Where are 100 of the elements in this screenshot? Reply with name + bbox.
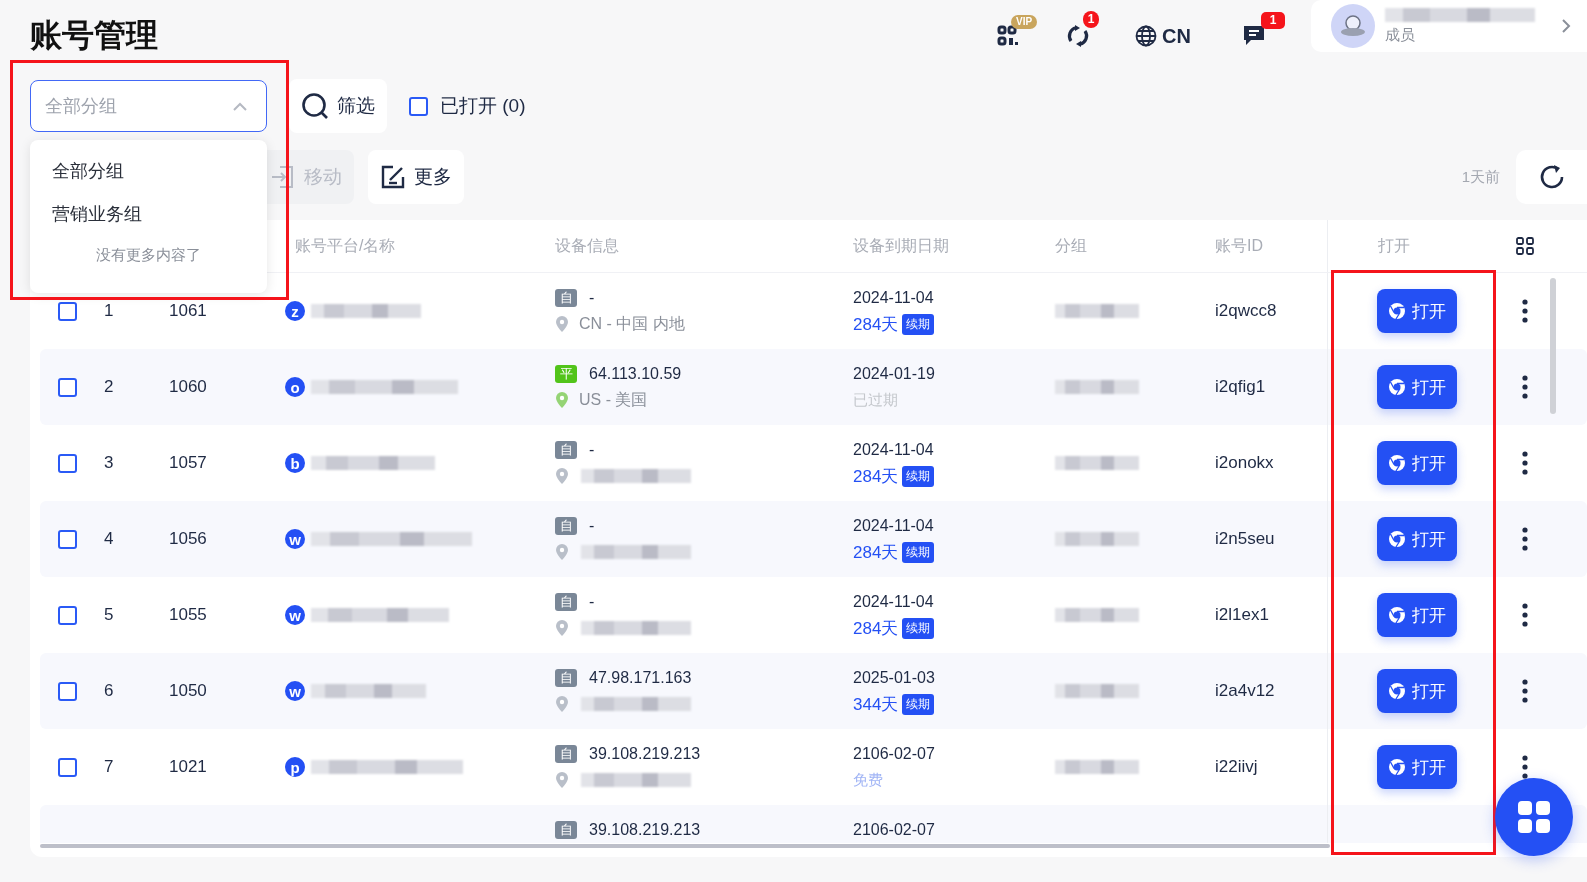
open-button[interactable]: 打开 <box>1376 745 1457 789</box>
table-cell: 1061 <box>169 301 207 321</box>
checkbox-label: 已打开 (0) <box>440 94 526 118</box>
more-options-icon[interactable] <box>1522 375 1528 399</box>
device-tag: 平 <box>555 365 577 383</box>
column-header: 打开 <box>1327 220 1505 272</box>
more-options-icon[interactable] <box>1522 603 1528 627</box>
column-header: 账号ID <box>1215 235 1264 256</box>
open-button[interactable]: 打开 <box>1376 517 1457 561</box>
open-button[interactable]: 打开 <box>1376 365 1457 409</box>
renew-button[interactable]: 续期 <box>902 465 935 487</box>
location-text: CN - 中国 内地 <box>579 313 685 334</box>
column-header: 账号平台/名称 <box>294 235 397 256</box>
checkbox[interactable] <box>58 377 77 397</box>
remaining-days: 284天 <box>853 312 899 336</box>
more-button[interactable]: 更多 <box>368 150 464 204</box>
open-button[interactable]: 打开 <box>1376 289 1457 333</box>
table-cell: 1050 <box>169 681 207 701</box>
account-id: i2onokx <box>1215 453 1274 473</box>
notification-badge: 1 <box>1261 12 1285 29</box>
device-tag: 自 <box>555 821 577 839</box>
open-button[interactable]: 打开 <box>1376 441 1457 485</box>
checkbox[interactable] <box>58 681 77 701</box>
remaining-days: 284天 <box>853 540 899 564</box>
row-number: 4 <box>104 529 114 549</box>
user-role: 成员 <box>1385 25 1416 45</box>
table-cell: 1055 <box>169 605 207 625</box>
renew-button[interactable]: 续期 <box>902 617 935 639</box>
scrollbar-thumb[interactable] <box>1550 278 1556 414</box>
open-button[interactable]: 打开 <box>1376 593 1457 637</box>
ip-address: 47.98.171.163 <box>589 669 692 687</box>
menu-item[interactable]: 营销业务组 <box>30 201 267 244</box>
refresh-button[interactable] <box>1516 150 1587 204</box>
browser-icon <box>1387 302 1406 320</box>
location-pin-icon <box>555 695 569 713</box>
location-text: US - 美国 <box>579 389 648 410</box>
checkbox[interactable] <box>58 757 77 777</box>
device-tag: 自 <box>555 517 577 535</box>
user-card[interactable]: 成员 <box>1311 0 1587 52</box>
platform-avatar: b <box>285 453 305 473</box>
expiry-date: 2024-01-19 <box>853 365 935 383</box>
account-id: i2l1ex1 <box>1215 605 1269 625</box>
expiry-date: 2025-01-03 <box>853 669 935 687</box>
apps-icon <box>1517 800 1551 834</box>
more-options-icon[interactable] <box>1522 527 1528 551</box>
filter-button[interactable]: 筛选 <box>289 79 387 133</box>
globe-icon[interactable] <box>1135 25 1158 47</box>
grid-icon[interactable] <box>1516 237 1534 255</box>
more-options-icon[interactable] <box>1522 679 1528 703</box>
row-number: 1 <box>104 301 114 321</box>
page-title: 账号管理 <box>30 16 158 55</box>
ip-address: 64.113.10.59 <box>589 365 682 383</box>
checkbox[interactable] <box>409 96 428 116</box>
checkbox[interactable] <box>58 301 77 321</box>
account-id: i22iivj <box>1215 757 1258 777</box>
scrollbar-thumb[interactable] <box>40 844 1330 848</box>
account-id: i2a4v12 <box>1215 681 1275 701</box>
row-number: 2 <box>104 377 114 397</box>
column-header: 分组 <box>1055 235 1088 256</box>
more-options-icon[interactable] <box>1522 451 1528 475</box>
expiry-date: 2024-11-04 <box>853 289 934 307</box>
language-label[interactable]: CN <box>1162 24 1191 48</box>
location-pin-icon <box>555 315 569 333</box>
ip-address: 39.108.219.213 <box>589 745 701 763</box>
browser-icon <box>1387 682 1406 700</box>
renew-button[interactable]: 续期 <box>902 313 935 335</box>
more-options-icon[interactable] <box>1522 299 1528 323</box>
location-pin-icon <box>555 467 569 485</box>
column-header: 设备信息 <box>555 235 620 256</box>
expiry-date: 2106-02-07 <box>853 745 935 763</box>
chevron-right-icon <box>1561 18 1571 34</box>
table-cell: 1021 <box>169 757 207 777</box>
row-number: 6 <box>104 681 114 701</box>
notification-badge: 1 <box>1083 11 1100 28</box>
open-button[interactable]: 打开 <box>1376 669 1457 713</box>
ip-address: - <box>589 441 595 459</box>
platform-avatar: p <box>285 757 305 777</box>
row-number: 7 <box>104 757 114 777</box>
renew-button[interactable]: 续期 <box>902 541 935 563</box>
chat-icon[interactable] <box>1241 24 1267 48</box>
browser-icon <box>1387 530 1406 548</box>
checkbox[interactable] <box>58 529 77 549</box>
platform-avatar: z <box>285 301 305 321</box>
location-pin-icon <box>555 391 569 409</box>
group-select[interactable]: 全部分组 <box>30 80 267 132</box>
checkbox[interactable] <box>58 453 77 473</box>
renew-button[interactable]: 续期 <box>902 693 935 715</box>
account-id: i2n5seu <box>1215 529 1275 549</box>
account-id: i2qfig1 <box>1215 377 1266 397</box>
checkbox[interactable] <box>58 605 77 625</box>
caret-icon <box>233 102 247 111</box>
expiry-date: 2024-11-04 <box>853 593 934 611</box>
more-options-icon[interactable] <box>1522 755 1528 779</box>
device-tag: 自 <box>555 745 577 763</box>
remaining-days: 284天 <box>853 464 899 488</box>
ip-address: - <box>589 517 595 535</box>
device-tag: 自 <box>555 289 577 307</box>
row-number: 3 <box>104 453 114 473</box>
platform-avatar: w <box>285 529 305 549</box>
platform-avatar: o <box>285 377 305 397</box>
